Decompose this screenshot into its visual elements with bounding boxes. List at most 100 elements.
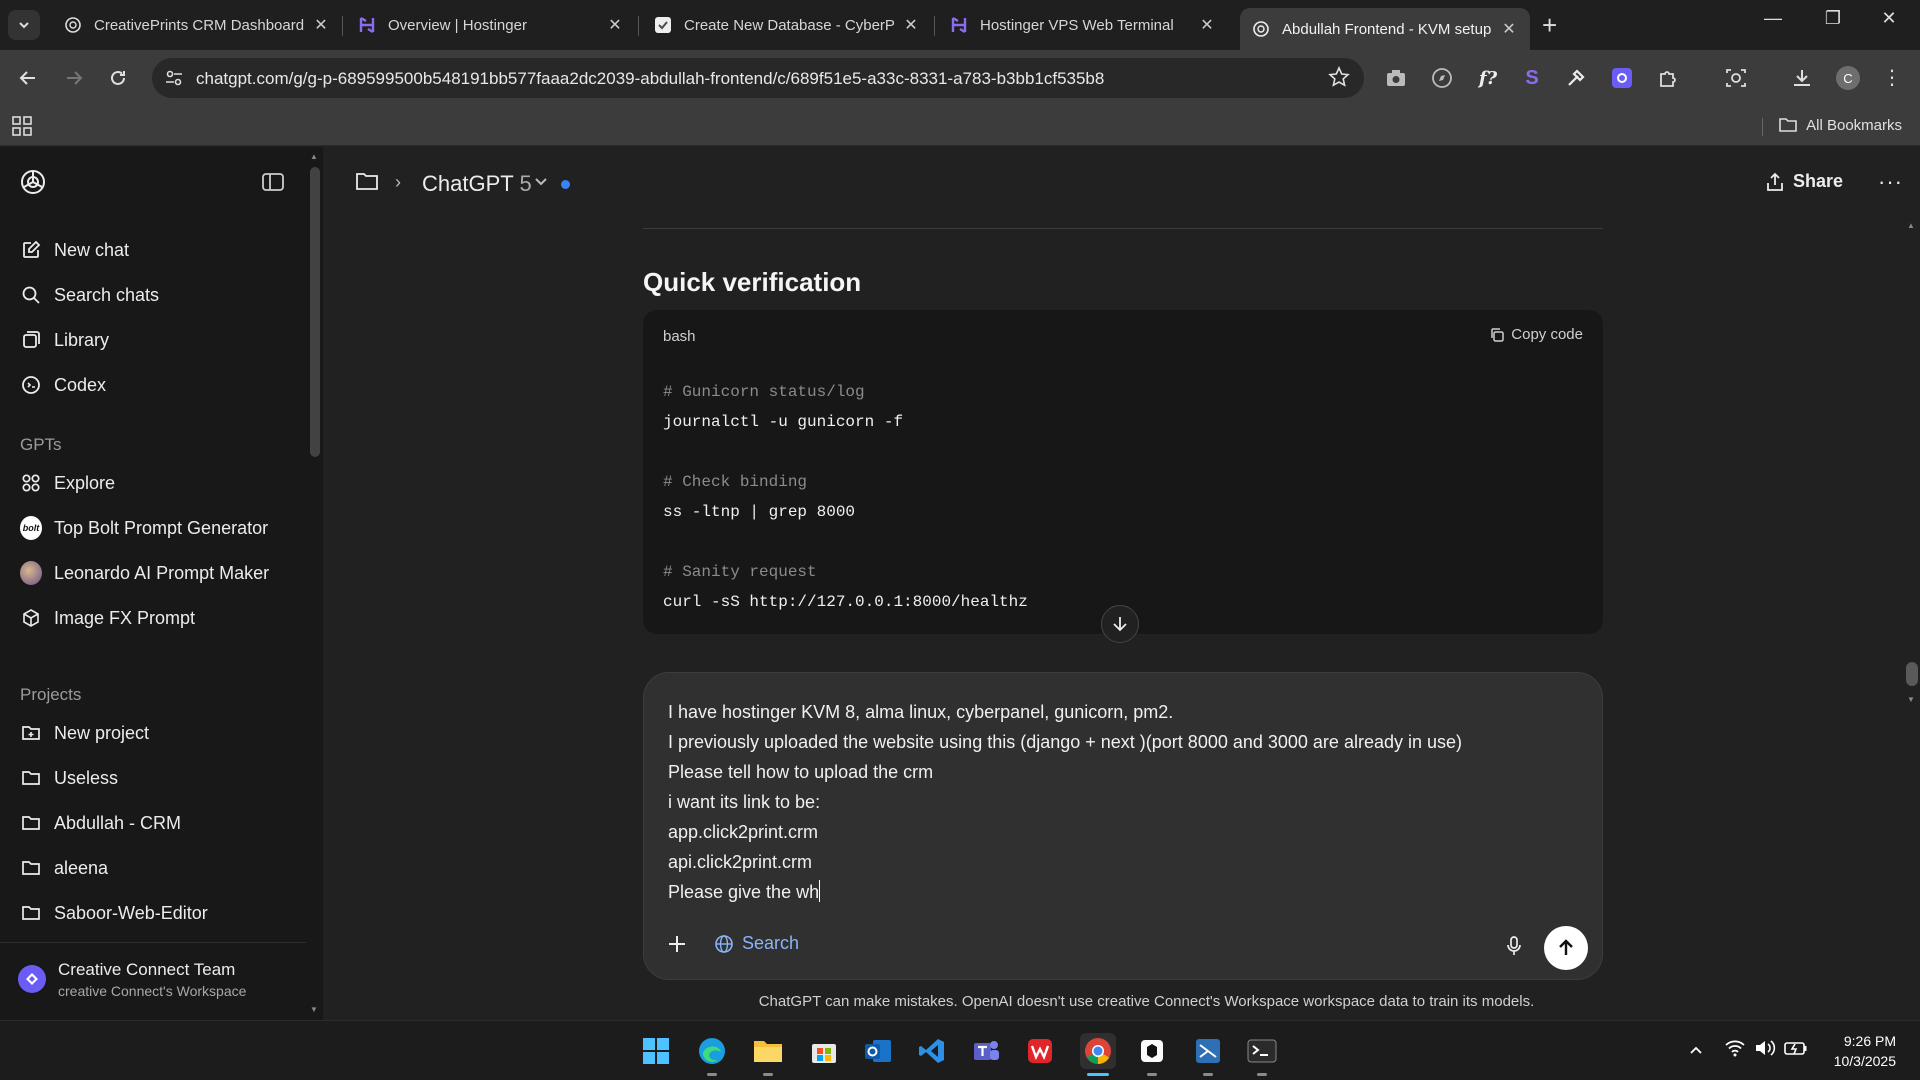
browser-menu-icon[interactable]: ⋮ <box>1878 64 1906 92</box>
windows-start-icon[interactable] <box>638 1033 674 1069</box>
more-options-icon[interactable]: ··· <box>1878 169 1903 195</box>
volume-icon[interactable] <box>1754 1039 1776 1062</box>
restore-window-icon[interactable]: ❐ <box>1810 8 1856 29</box>
model-selector[interactable]: ChatGPT 5 <box>422 171 532 197</box>
send-button[interactable] <box>1544 926 1588 970</box>
browser-tab[interactable]: Create New Database - CyberPa ✕ <box>642 8 932 42</box>
project-folder-icon[interactable] <box>355 171 379 196</box>
eyedropper-extension-icon[interactable] <box>1562 64 1590 92</box>
workspace-icon <box>18 965 46 993</box>
app-icon[interactable] <box>1134 1033 1170 1069</box>
copy-code-button[interactable]: Copy code <box>1489 326 1583 343</box>
bookmark-star-icon[interactable] <box>1328 66 1350 93</box>
close-tab-icon[interactable]: ✕ <box>606 15 624 35</box>
download-icon[interactable] <box>1788 64 1816 92</box>
system-clock[interactable]: 9:26 PM 10/3/2025 <box>1810 1031 1896 1071</box>
sidebar-item-codex[interactable]: Codex <box>20 368 106 402</box>
tab-title: Overview | Hostinger <box>388 16 527 34</box>
gpts-heading[interactable]: GPTs <box>20 435 62 455</box>
address-bar[interactable]: chatgpt.com/g/g-p-689599500b548191bb577f… <box>152 58 1364 98</box>
screenshot-icon[interactable] <box>1722 64 1750 92</box>
vscode-icon[interactable] <box>914 1033 950 1069</box>
camera-extension-icon[interactable] <box>1382 64 1410 92</box>
wifi-icon[interactable] <box>1724 1039 1746 1062</box>
chatgpt-logo-icon[interactable] <box>18 167 48 202</box>
compass-extension-icon[interactable] <box>1428 64 1456 92</box>
chrome-icon[interactable] <box>1080 1033 1116 1069</box>
sidebar-scrollbar[interactable] <box>310 167 320 457</box>
sidebar-item-explore[interactable]: Explore <box>20 466 115 500</box>
add-attachment-icon[interactable] <box>666 933 688 960</box>
sidebar-item-project[interactable]: Useless <box>20 761 118 795</box>
gear-extension-icon[interactable] <box>1608 64 1636 92</box>
microphone-icon[interactable] <box>1504 935 1524 962</box>
main-scrollbar[interactable] <box>1906 662 1918 686</box>
minimize-window-icon[interactable]: — <box>1750 8 1796 29</box>
sidebar-item-label: Leonardo AI Prompt Maker <box>54 562 270 583</box>
browser-tab-active[interactable]: Abdullah Frontend - KVM setup ✕ <box>1240 8 1530 50</box>
tab-search-button[interactable] <box>8 10 40 40</box>
sidebar-item-new-project[interactable]: New project <box>20 716 149 750</box>
sidebar-item-new-chat[interactable]: New chat <box>20 233 129 267</box>
prompt-line: app.click2print.crm <box>668 822 819 842</box>
file-explorer-icon[interactable] <box>750 1033 786 1069</box>
workspace-switcher[interactable]: Creative Connect Team creative Connect's… <box>0 942 306 1020</box>
site-info-icon[interactable] <box>164 68 184 93</box>
close-tab-icon[interactable]: ✕ <box>312 15 330 35</box>
close-tab-icon[interactable]: ✕ <box>1198 15 1216 35</box>
prompt-line: Please give the wh <box>668 882 820 902</box>
browser-tab[interactable]: CreativePrints CRM Dashboard ✕ <box>52 8 342 42</box>
sidebar-scroll-up-icon[interactable]: ▲ <box>310 152 318 161</box>
outlook-icon[interactable] <box>860 1033 896 1069</box>
new-tab-button[interactable]: + <box>1542 10 1557 41</box>
store-icon[interactable] <box>806 1033 842 1069</box>
sidebar-item-gpt[interactable]: Image FX Prompt <box>20 601 195 635</box>
sidebar-item-gpt[interactable]: Leonardo AI Prompt Maker <box>20 556 269 590</box>
running-indicator <box>763 1073 773 1076</box>
sidebar-item-gpt[interactable]: bolt Top Bolt Prompt Generator <box>20 511 268 545</box>
tab-title: CreativePrints CRM Dashboard <box>94 16 304 34</box>
sidebar-toggle-icon[interactable] <box>261 172 285 197</box>
close-tab-icon[interactable]: ✕ <box>1500 19 1518 39</box>
terminal-icon[interactable] <box>1244 1033 1280 1069</box>
reload-button[interactable] <box>104 64 132 92</box>
prompt-input[interactable]: I have hostinger KVM 8, alma linux, cybe… <box>668 697 1578 907</box>
close-tab-icon[interactable]: ✕ <box>902 15 920 35</box>
close-window-icon[interactable]: ✕ <box>1866 8 1912 29</box>
puzzle-extensions-icon[interactable] <box>1654 64 1682 92</box>
remote-icon[interactable] <box>1190 1033 1226 1069</box>
battery-icon[interactable] <box>1784 1039 1808 1062</box>
wps-icon[interactable] <box>1022 1033 1058 1069</box>
s-extension-icon[interactable]: S <box>1518 64 1546 92</box>
sidebar-scroll-down-icon[interactable]: ▼ <box>310 1005 318 1014</box>
sidebar-item-search-chats[interactable]: Search chats <box>20 278 159 312</box>
teams-icon[interactable] <box>968 1033 1004 1069</box>
main-scroll-up-icon[interactable]: ▲ <box>1907 221 1915 230</box>
sidebar-item-library[interactable]: Library <box>20 323 109 357</box>
projects-heading[interactable]: Projects <box>20 685 81 705</box>
apps-grid-icon[interactable] <box>12 116 32 141</box>
edge-icon[interactable] <box>694 1033 730 1069</box>
sidebar-item-project[interactable]: Abdullah - CRM <box>20 806 181 840</box>
forward-button[interactable] <box>60 64 88 92</box>
browser-tab[interactable]: Overview | Hostinger ✕ <box>346 8 636 42</box>
sidebar-item-project[interactable]: Saboor-Web-Editor <box>20 896 208 930</box>
codex-icon <box>20 374 42 396</box>
sidebar-item-project[interactable]: aleena <box>20 851 108 885</box>
hostinger-icon <box>950 16 968 34</box>
chevron-up-icon[interactable] <box>1688 1043 1704 1061</box>
breadcrumb-chevron-icon: › <box>395 172 401 192</box>
main-scroll-down-icon[interactable]: ▼ <box>1907 695 1915 704</box>
chevron-down-icon[interactable] <box>533 175 549 193</box>
all-bookmarks-button[interactable]: All Bookmarks <box>1778 116 1902 134</box>
search-tool-button[interactable]: Search <box>714 933 799 954</box>
scroll-to-bottom-button[interactable] <box>1101 605 1139 643</box>
message-composer[interactable]: I have hostinger KVM 8, alma linux, cybe… <box>643 672 1603 980</box>
profile-avatar[interactable]: C <box>1834 64 1862 92</box>
font-extension-icon[interactable]: f? <box>1474 64 1502 92</box>
browser-tab[interactable]: Hostinger VPS Web Terminal ✕ <box>938 8 1228 42</box>
code-block: bash Copy code # Gunicorn status/log jou… <box>643 310 1603 634</box>
share-button[interactable]: Share <box>1765 171 1843 192</box>
back-button[interactable] <box>14 64 42 92</box>
search-icon <box>20 284 42 306</box>
